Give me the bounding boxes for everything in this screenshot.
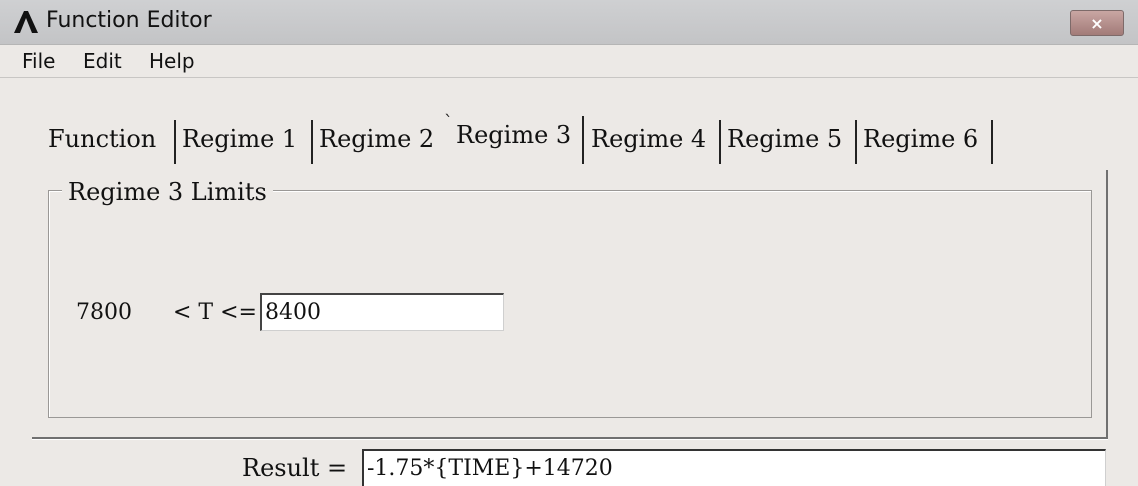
tab-divider bbox=[311, 120, 313, 164]
menu-file[interactable]: File bbox=[22, 49, 55, 73]
tab-regime-3[interactable]: Regime 3 bbox=[456, 121, 571, 149]
tab-corner-mark: ` bbox=[444, 112, 453, 133]
result-label: Result = bbox=[242, 454, 348, 482]
tab-divider bbox=[991, 120, 993, 164]
close-button[interactable]: × bbox=[1070, 10, 1124, 36]
close-icon: × bbox=[1090, 13, 1104, 33]
separator bbox=[32, 437, 1108, 440]
menu-help[interactable]: Help bbox=[149, 49, 195, 73]
tab-panel-edge bbox=[1106, 170, 1108, 438]
tab-regime-6[interactable]: Regime 6 bbox=[863, 125, 978, 153]
menu-edit[interactable]: Edit bbox=[83, 49, 122, 73]
tab-regime-4[interactable]: Regime 4 bbox=[591, 125, 706, 153]
ansys-logo-icon bbox=[14, 11, 38, 33]
groupbox-title: Regime 3 Limits bbox=[62, 178, 273, 206]
tab-regime-2[interactable]: Regime 2 bbox=[319, 125, 434, 153]
tab-divider bbox=[719, 120, 721, 164]
window-title: Function Editor bbox=[46, 8, 212, 33]
result-field[interactable] bbox=[362, 449, 1106, 486]
relation-label: < T <= bbox=[173, 300, 257, 325]
tab-divider bbox=[174, 120, 176, 164]
tab-regime-1[interactable]: Regime 1 bbox=[182, 125, 297, 153]
tab-divider bbox=[855, 120, 857, 164]
title-bar: Function Editor × bbox=[0, 0, 1138, 45]
tab-divider bbox=[582, 116, 584, 164]
lower-limit-value: 7800 bbox=[76, 300, 132, 325]
tab-regime-5[interactable]: Regime 5 bbox=[727, 125, 842, 153]
menu-bar: File Edit Help bbox=[0, 45, 1138, 78]
tab-function[interactable]: Function bbox=[48, 125, 156, 153]
upper-limit-input[interactable] bbox=[260, 293, 504, 331]
